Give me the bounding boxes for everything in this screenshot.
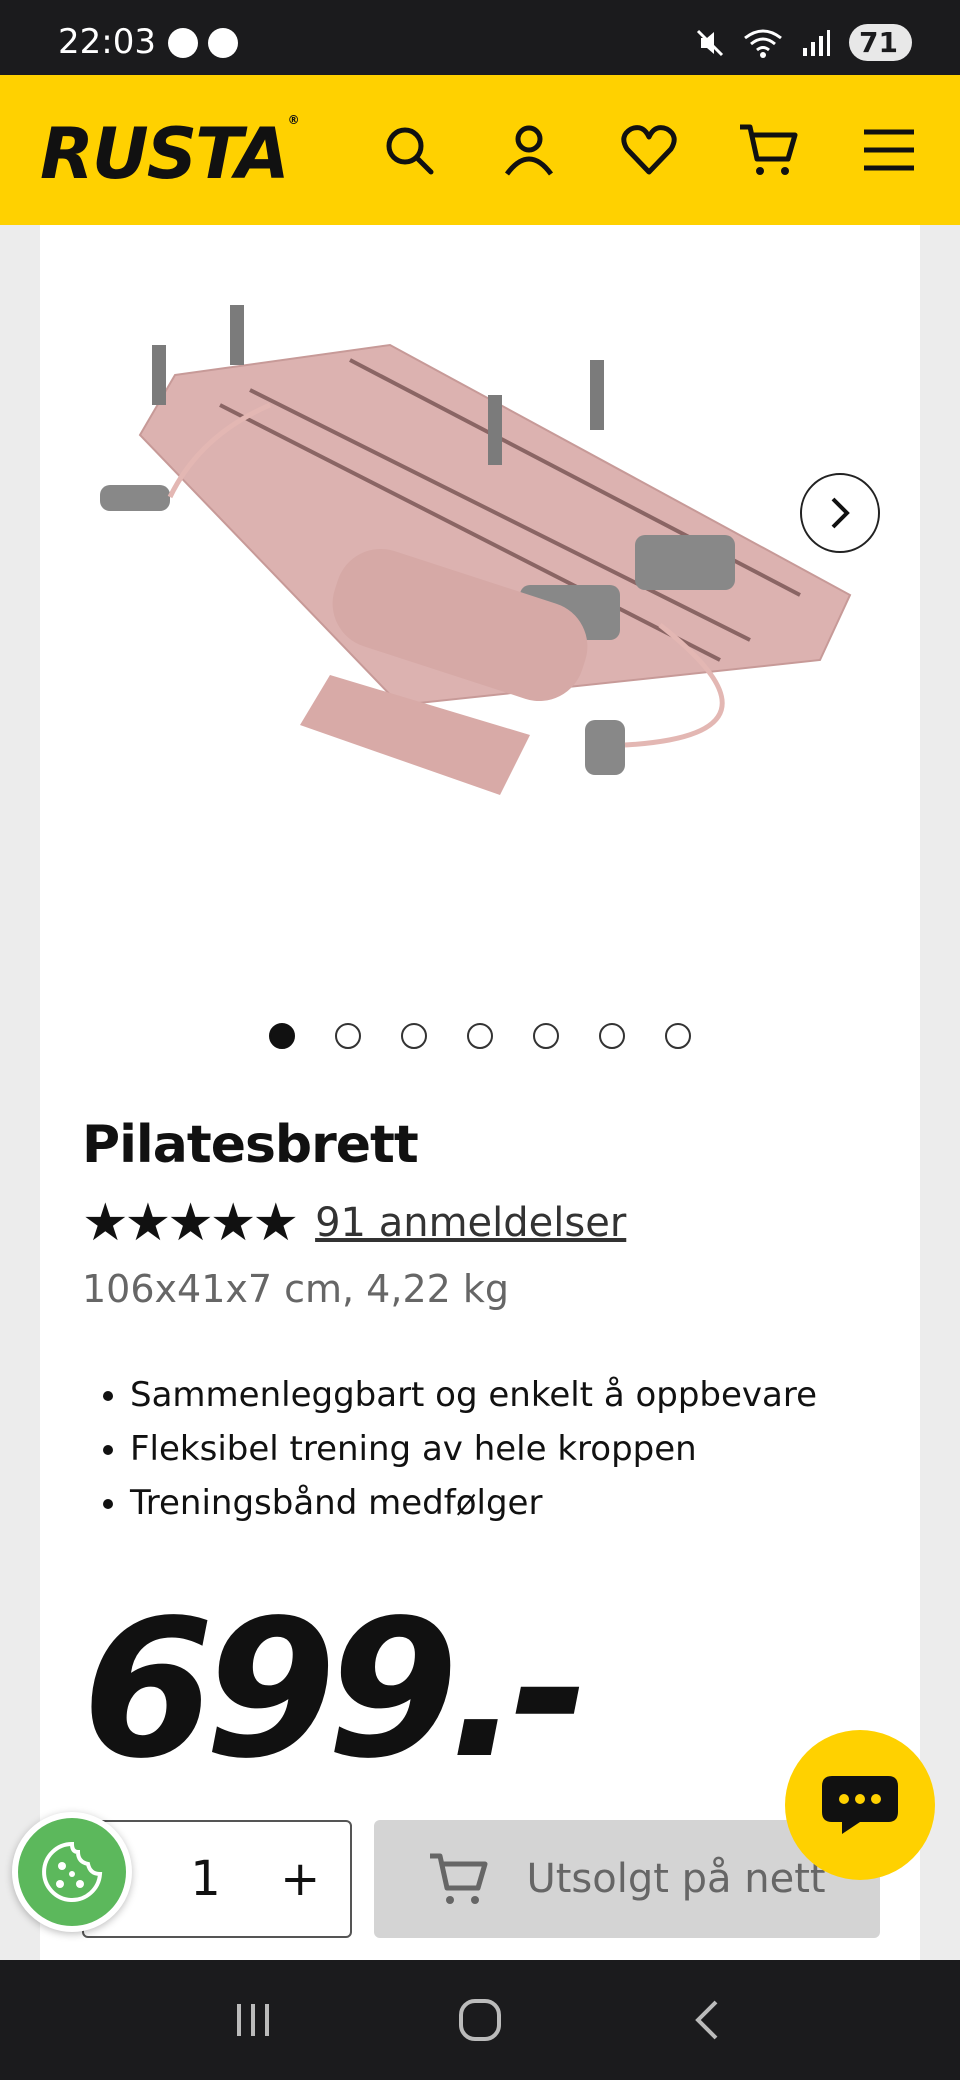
battery-indicator: 71 bbox=[849, 24, 912, 61]
wifi-icon bbox=[744, 29, 782, 58]
star-rating: ★★★★★ bbox=[82, 1193, 299, 1253]
gallery-dot[interactable] bbox=[269, 1023, 295, 1049]
chat-button[interactable] bbox=[785, 1730, 935, 1880]
cart-icon bbox=[430, 1853, 488, 1904]
search-icon[interactable] bbox=[374, 115, 444, 185]
gallery-next-button[interactable] bbox=[800, 473, 880, 553]
messenger-icon bbox=[168, 28, 198, 58]
product-image[interactable] bbox=[80, 265, 880, 905]
system-nav-bar bbox=[0, 1960, 960, 2080]
quantity-value[interactable]: 1 bbox=[190, 1851, 221, 1907]
feature-item: Sammenleggbart og enkelt å oppbevare bbox=[130, 1375, 817, 1415]
product-title: Pilatesbrett bbox=[82, 1115, 419, 1175]
product-dimensions: 106x41x7 cm, 4,22 kg bbox=[82, 1267, 509, 1311]
site-header: RUSTA® bbox=[0, 75, 960, 225]
account-icon[interactable] bbox=[494, 115, 564, 185]
feature-item: Fleksibel trening av hele kroppen bbox=[130, 1429, 817, 1469]
gallery-dot[interactable] bbox=[401, 1023, 427, 1049]
product-rating: ★★★★★ 91 anmeldelser bbox=[82, 1193, 626, 1253]
menu-icon[interactable] bbox=[854, 115, 924, 185]
quantity-increase-button[interactable]: + bbox=[280, 1851, 320, 1907]
cookie-icon bbox=[42, 1841, 103, 1902]
gallery-dot[interactable] bbox=[665, 1023, 691, 1049]
mute-icon bbox=[696, 29, 724, 56]
gallery-pagination bbox=[40, 1023, 920, 1049]
cookie-settings-button[interactable] bbox=[12, 1812, 132, 1932]
gallery-dot[interactable] bbox=[599, 1023, 625, 1049]
cart-icon[interactable] bbox=[734, 115, 804, 185]
home-icon[interactable] bbox=[440, 1980, 520, 2060]
gallery-dot[interactable] bbox=[335, 1023, 361, 1049]
product-card: Pilatesbrett ★★★★★ 91 anmeldelser 106x41… bbox=[40, 225, 920, 1960]
chevron-right-icon bbox=[831, 497, 850, 529]
status-bar: 22:03 71 bbox=[0, 0, 960, 75]
product-price: 699.- bbox=[82, 1579, 590, 1800]
rusta-logo[interactable]: RUSTA® bbox=[40, 113, 300, 195]
reviews-link[interactable]: 91 anmeldelser bbox=[315, 1200, 626, 1246]
chat-icon bbox=[822, 1776, 898, 1834]
recents-icon[interactable] bbox=[213, 1980, 293, 2060]
status-time: 22:03 bbox=[58, 22, 156, 62]
back-icon[interactable] bbox=[667, 1980, 747, 2060]
add-to-cart-label: Utsolgt på nett bbox=[526, 1856, 826, 1902]
product-features: Sammenleggbart og enkelt å oppbevare Fle… bbox=[130, 1375, 817, 1537]
signal-icon bbox=[803, 29, 831, 56]
heart-icon[interactable] bbox=[614, 115, 684, 185]
gallery-dot[interactable] bbox=[467, 1023, 493, 1049]
gallery-dot[interactable] bbox=[533, 1023, 559, 1049]
feature-item: Treningsbånd medfølger bbox=[130, 1483, 817, 1523]
facebook-icon bbox=[208, 28, 238, 58]
